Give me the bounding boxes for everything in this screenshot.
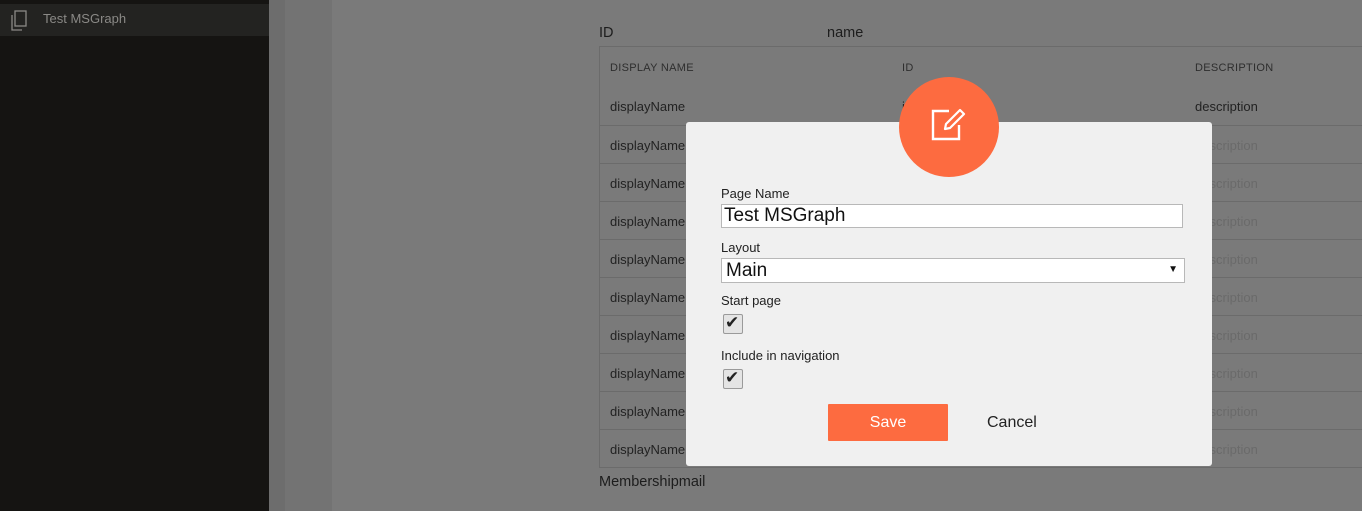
column-header-display-name: DISPLAY NAME xyxy=(610,62,694,74)
cell-display-name: displayName xyxy=(610,214,686,229)
cell-display-name: displayName xyxy=(610,138,686,153)
page-icon xyxy=(10,10,28,32)
checkmark-icon: ✔ xyxy=(725,313,740,332)
cell-display-name: displayName xyxy=(610,176,686,191)
start-page-checkbox[interactable]: ✔ xyxy=(723,313,743,334)
include-in-navigation-checkbox[interactable]: ✔ xyxy=(723,368,743,389)
page-name-input[interactable] xyxy=(721,204,1183,228)
page-name-label: Page Name xyxy=(721,186,790,201)
start-page-label: Start page xyxy=(721,293,781,308)
layout-label: Layout xyxy=(721,240,761,255)
cell-display-name: displayName xyxy=(610,328,686,343)
dropdown-arrow-icon: ▼ xyxy=(1168,264,1178,275)
column-header-description: DESCRIPTION xyxy=(1195,62,1274,74)
cell-display-name: displayName xyxy=(610,290,686,305)
layout-select[interactable]: Main ▼ xyxy=(721,258,1185,283)
canvas-gutter xyxy=(285,0,332,511)
checkmark-icon: ✔ xyxy=(725,368,740,387)
column-header-id: ID xyxy=(902,62,914,74)
cancel-button[interactable]: Cancel xyxy=(987,404,1037,441)
save-button[interactable]: Save xyxy=(828,404,948,441)
cell-display-name: displayName xyxy=(610,99,686,114)
include-in-navigation-label: Include in navigation xyxy=(721,348,840,363)
id-field-label: ID xyxy=(599,25,614,41)
sidebar-item-test-msgraph[interactable]: Test MSGraph xyxy=(0,4,269,36)
cell-display-name: displayName xyxy=(610,404,686,419)
membershipmail-label: Membershipmail xyxy=(599,474,706,490)
sidebar-item-label: Test MSGraph xyxy=(43,11,127,26)
layout-selected-value: Main xyxy=(726,260,768,281)
name-field-label: name xyxy=(827,25,864,41)
cell-display-name: displayName xyxy=(610,252,686,267)
cell-description: description xyxy=(1195,99,1258,114)
sidebar-divider xyxy=(269,0,285,511)
cell-display-name: displayName xyxy=(610,366,686,381)
sidebar: Test MSGraph xyxy=(0,0,269,511)
edit-badge xyxy=(899,77,999,177)
cell-display-name: displayName xyxy=(610,442,686,457)
page-heading-fragment xyxy=(786,0,800,2)
edit-icon xyxy=(931,108,966,141)
